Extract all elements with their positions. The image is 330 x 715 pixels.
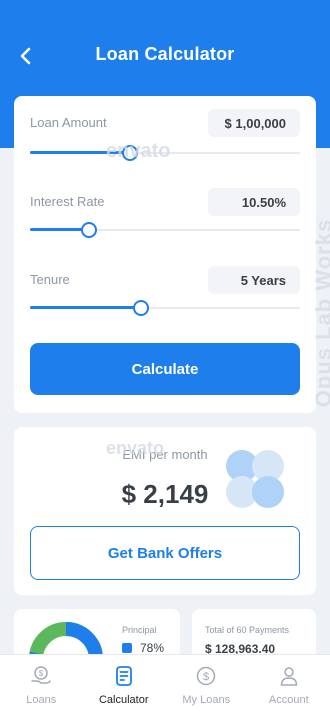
loan-amount-input[interactable]: $ 1,00,000 (208, 109, 300, 137)
nav-loans[interactable]: $ Loans (0, 655, 83, 715)
tenure-label: Tenure (30, 272, 70, 287)
user-icon (280, 667, 297, 686)
loan-amount-row: Loan Amount $ 1,00,000 (30, 109, 300, 137)
slider-fill (30, 306, 141, 309)
hand-dollar-icon: $ (31, 666, 51, 684)
total-payments-label: Total of 60 Payments (205, 625, 290, 635)
loan-amount-label: Loan Amount (30, 115, 107, 130)
nav-label: Calculator (98, 694, 149, 706)
envato-watermark: envato (106, 438, 165, 458)
envato-watermark: envato (106, 140, 171, 162)
get-bank-offers-button[interactable]: Get Bank Offers (30, 526, 300, 580)
tenure-slider[interactable] (30, 299, 300, 317)
nav-my-loans[interactable]: $ My Loans (165, 655, 248, 715)
principal-percent: 78% (140, 641, 165, 655)
nav-calculator[interactable]: Calculator (83, 655, 166, 715)
calculate-button[interactable]: Calculate (30, 343, 300, 395)
interest-rate-input[interactable]: 10.50% (208, 188, 300, 216)
nav-label: Loans (26, 694, 57, 706)
watermark-logo (226, 450, 284, 508)
bottom-nav: $ Loans Calculator $ My Loans Account (0, 654, 330, 715)
dollar-circle-icon: $ (197, 666, 216, 686)
tenure-input[interactable]: 5 Years (208, 266, 300, 294)
svg-text:$: $ (39, 669, 44, 678)
principal-legend: 78% (122, 641, 164, 655)
nav-label: Account (268, 694, 309, 706)
nav-account[interactable]: Account (248, 655, 330, 715)
tenure-row: Tenure 5 Years (30, 266, 300, 294)
vertical-watermark: Opus Lab Works (311, 218, 330, 408)
principal-legend-swatch (122, 643, 132, 653)
principal-label: Principal (122, 625, 157, 635)
slider-thumb[interactable] (81, 222, 98, 238)
interest-rate-label: Interest Rate (30, 194, 105, 209)
nav-label: My Loans (182, 694, 231, 706)
slider-thumb[interactable] (132, 300, 149, 316)
interest-rate-slider[interactable] (30, 221, 300, 239)
interest-rate-row: Interest Rate 10.50% (30, 188, 300, 216)
calculator-icon (115, 666, 132, 686)
svg-text:$: $ (203, 671, 209, 683)
page-title: Loan Calculator (95, 44, 235, 64)
